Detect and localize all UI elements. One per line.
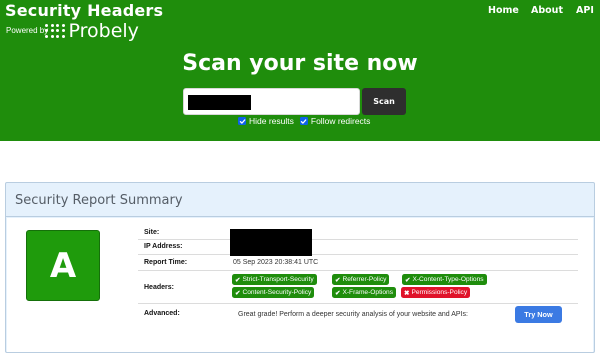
check-icon xyxy=(239,118,245,124)
header-badge[interactable]: ✔ Content-Security-Policy xyxy=(232,287,315,298)
scan-headline: Scan your site now xyxy=(182,51,418,76)
redacted-site-ip xyxy=(230,229,312,256)
report-summary-card: Security Report Summary A Site: IP Addre… xyxy=(5,182,595,353)
report-time-label: Report Time: xyxy=(144,259,188,266)
advanced-text: Great grade! Perform a deeper security a… xyxy=(238,311,468,318)
row-advanced: Advanced: Great grade! Perform a deeper … xyxy=(138,304,578,334)
check-icon: ✔ xyxy=(235,289,241,297)
header-badge[interactable]: ✔ Referrer-Policy xyxy=(332,274,390,285)
check-icon xyxy=(301,118,307,124)
close-icon: ✖ xyxy=(404,289,410,297)
report-card-header: Security Report Summary xyxy=(6,183,594,217)
nav-home[interactable]: Home xyxy=(488,5,519,16)
ip-label: IP Address: xyxy=(144,243,183,250)
site-title[interactable]: Security Headers xyxy=(5,1,163,20)
header-badge-missing[interactable]: ✖ Permissions-Policy xyxy=(401,287,471,298)
checkbox-hide-results[interactable] xyxy=(238,117,246,125)
check-icon: ✔ xyxy=(335,276,341,284)
header-badge[interactable]: ✔ X-Frame-Options xyxy=(332,287,397,298)
header-badge[interactable]: ✔ Strict-Transport-Security xyxy=(232,274,317,285)
try-now-button[interactable]: Try Now xyxy=(515,306,562,323)
header-badge[interactable]: ✔ X-Content-Type-Options xyxy=(402,274,487,285)
grade-badge: A xyxy=(26,230,100,301)
advanced-label: Advanced: xyxy=(144,310,180,317)
option-follow-redirects[interactable]: Follow redirects xyxy=(299,116,371,126)
row-site: Site: xyxy=(138,227,578,240)
check-icon: ✔ xyxy=(335,289,341,297)
header-banner: Security Headers Powered by Probely Home… xyxy=(0,0,600,141)
url-input[interactable] xyxy=(183,88,360,115)
report-card-body: A Site: IP Address: Report Time: 05 Sep … xyxy=(7,218,593,352)
scan-options: Hide results Follow redirects xyxy=(238,116,376,126)
hide-results-label: Hide results xyxy=(249,116,294,126)
row-ip: IP Address: xyxy=(138,240,578,255)
nav-about[interactable]: About xyxy=(531,5,563,16)
powered-by-label: Powered by xyxy=(6,26,49,35)
nav-api[interactable]: API xyxy=(576,5,594,16)
scan-button[interactable]: Scan xyxy=(362,88,406,115)
row-report-time: Report Time: 05 Sep 2023 20:38:41 UTC xyxy=(138,255,578,271)
report-time-value: 05 Sep 2023 20:38:41 UTC xyxy=(233,259,319,266)
headers-label: Headers: xyxy=(144,284,174,291)
check-icon: ✔ xyxy=(235,276,241,284)
probely-logo[interactable]: Probely xyxy=(45,19,139,43)
follow-redirects-label: Follow redirects xyxy=(310,116,371,126)
option-hide-results[interactable]: Hide results xyxy=(238,116,294,126)
probely-wordmark: Probely xyxy=(68,19,139,42)
row-headers: Headers: ✔ Strict-Transport-Security ✔ Ref… xyxy=(138,271,578,304)
redacted-url xyxy=(188,95,251,110)
check-icon: ✔ xyxy=(405,276,411,284)
probely-dots-icon xyxy=(45,23,66,39)
report-title: Security Report Summary xyxy=(15,193,183,208)
checkbox-follow-redirects[interactable] xyxy=(299,117,308,125)
site-label: Site: xyxy=(144,229,160,236)
